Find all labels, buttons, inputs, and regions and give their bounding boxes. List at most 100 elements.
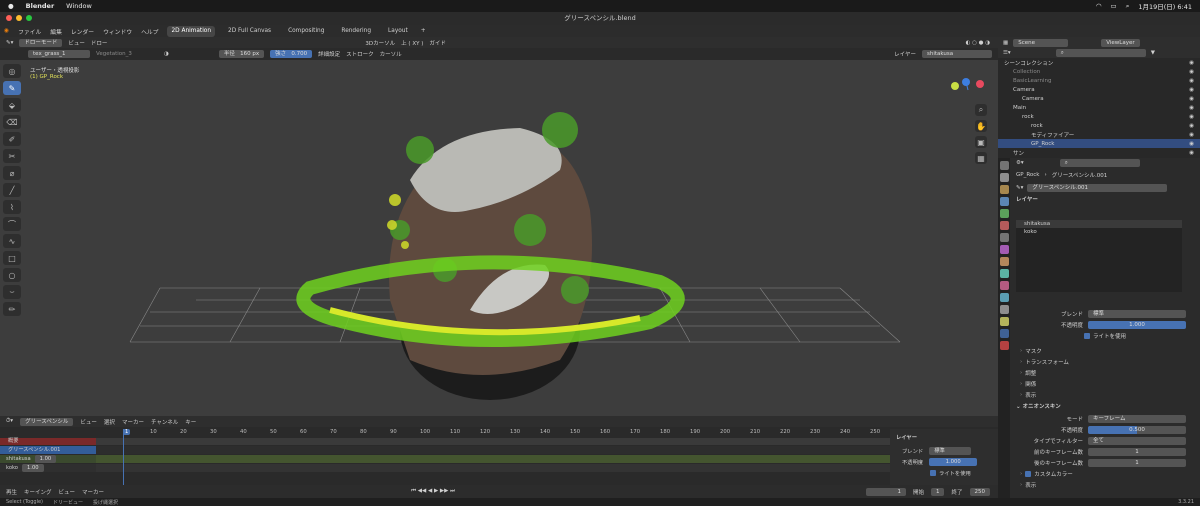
draw-brush-icon[interactable]: ✎ [3, 81, 21, 95]
color-mode-icon[interactable]: ◑ [164, 51, 169, 57]
curve-icon[interactable]: ∿ [3, 234, 21, 248]
outliner-row[interactable]: サン ◉ [998, 148, 1200, 157]
keying-menu[interactable]: キーイング [24, 488, 52, 496]
properties-tab-icon[interactable] [999, 161, 1009, 170]
radius-field[interactable]: 半径 160 px [218, 50, 265, 58]
battery-icon[interactable]: ▭ [1111, 2, 1117, 10]
cursor-dropdown[interactable]: カーソル [380, 50, 402, 58]
onion-before-field[interactable]: 1 [1088, 447, 1186, 456]
current-frame-field[interactable]: 1 [865, 487, 906, 496]
visibility-eye-icon[interactable]: ◉ [1189, 114, 1194, 120]
tl-select-menu[interactable]: 選択 [104, 418, 115, 426]
visibility-eye-icon[interactable]: ◉ [1189, 105, 1194, 111]
frame-ruler[interactable]: 1 10 20 30 40 50 60 70 80 90 100 110 120 130 140 150 160… [96, 429, 886, 437]
filter-icon[interactable]: ▼ [1151, 50, 1155, 56]
arc-icon[interactable]: ⌒ [3, 217, 21, 231]
outliner-row[interactable]: rock ◉ [998, 112, 1200, 121]
outliner-row[interactable]: Main ◉ [998, 103, 1200, 112]
camera-view-icon[interactable]: ▣ [975, 136, 987, 148]
visibility-eye-icon[interactable]: ◉ [1189, 96, 1194, 102]
end-frame-field[interactable]: 250 [969, 487, 990, 496]
properties-tab-icon[interactable] [999, 305, 1009, 314]
onion-opacity-field[interactable]: 0.500 [1088, 425, 1186, 434]
tint-icon[interactable]: ✐ [3, 132, 21, 146]
gp-channel[interactable]: グリースペンシル.001 [0, 446, 96, 454]
collapsed-panel[interactable]: › 調整 [1010, 367, 1200, 378]
add-workspace-button[interactable]: + [421, 28, 426, 34]
props-search-input[interactable]: ⌕ [1059, 159, 1140, 167]
menu-render[interactable]: レンダー [71, 27, 94, 36]
properties-tab-icon[interactable] [999, 293, 1009, 302]
annotate-icon[interactable]: ✏ [3, 302, 21, 316]
close-window-button[interactable] [6, 15, 12, 21]
window-menu[interactable]: Window [66, 2, 92, 10]
properties-tab-icon[interactable] [999, 197, 1009, 206]
clock[interactable]: 1月19日(日) 6:41 [1138, 1, 1192, 11]
properties-tab-icon[interactable] [999, 173, 1009, 182]
advanced-dropdown[interactable]: 詳細設定 [318, 50, 340, 58]
visibility-eye-icon[interactable]: ◉ [1189, 132, 1194, 138]
polyline-icon[interactable]: ⌇ [3, 200, 21, 214]
playhead[interactable] [123, 429, 124, 489]
layer-item-koko[interactable]: koko [1016, 228, 1182, 236]
draw-menu[interactable]: ドロー [91, 39, 108, 47]
wifi-icon[interactable]: ◠ [1096, 2, 1102, 10]
custom-colors-checkbox[interactable] [1025, 470, 1032, 477]
blend-select[interactable]: 標準 [1088, 309, 1186, 318]
playback-menu[interactable]: 再生 [6, 488, 17, 496]
outliner-search-input[interactable]: ⌕ [1055, 49, 1146, 57]
circle-icon[interactable]: ○ [3, 268, 21, 282]
properties-tab-icon[interactable] [999, 233, 1009, 242]
onion-filter-select[interactable]: 全て [1088, 436, 1186, 445]
scene-select[interactable]: Scene [1013, 38, 1069, 47]
menu-file[interactable]: ファイル [18, 27, 41, 36]
editor-type-icon[interactable]: ⏱▾ [6, 418, 13, 425]
outliner-row[interactable]: モディファイアー ◉ [998, 130, 1200, 139]
onion-display-label[interactable]: 表示 [1025, 481, 1036, 489]
pb-marker-menu[interactable]: マーカー [82, 488, 104, 496]
pb-view-menu[interactable]: ビュー [59, 488, 76, 496]
layer-opacity[interactable]: 1.00 [22, 464, 44, 472]
collapsed-panel[interactable]: › マスク [1010, 345, 1200, 356]
guide-toggle[interactable]: ガイド [429, 39, 446, 47]
lights-checkbox[interactable] [1084, 332, 1090, 339]
interpolate-icon[interactable]: ⌣ [3, 285, 21, 299]
visibility-eye-icon[interactable]: ◉ [1189, 78, 1194, 84]
layer-item-shitakusa[interactable]: shitakusa [1016, 220, 1182, 228]
visibility-eye-icon[interactable]: ◉ [1189, 141, 1194, 147]
collapsed-panel[interactable]: › トランスフォーム [1010, 356, 1200, 367]
outliner-row[interactable]: GP_Rock ◉ [998, 139, 1200, 148]
minimize-window-button[interactable] [16, 15, 22, 21]
visibility-eye-icon[interactable]: ◉ [1189, 87, 1194, 93]
viewlayer-select[interactable]: ViewLayer [1101, 38, 1140, 47]
layer-select[interactable]: shitakusa [922, 50, 992, 58]
visibility-eye-icon[interactable]: ◉ [1189, 123, 1194, 129]
properties-tab-icon[interactable] [999, 329, 1009, 338]
menu-window[interactable]: ウィンドウ [103, 27, 132, 36]
collapsed-panel[interactable]: › 関係 [1010, 378, 1200, 389]
tl-blend-select[interactable]: 標準 [929, 446, 972, 455]
search-icon[interactable]: ⌕ [1126, 2, 1130, 11]
outliner-row[interactable]: Collection ◉ [998, 67, 1200, 76]
perspective-toggle-icon[interactable]: ▦ [975, 152, 987, 164]
app-menu[interactable]: Blender [26, 2, 55, 10]
dopesheet-mode-select[interactable]: グリースペンシル [20, 417, 74, 426]
outliner-row[interactable]: Camera ◉ [998, 85, 1200, 94]
cutter-icon[interactable]: ✂ [3, 149, 21, 163]
3d-viewport[interactable]: ユーザー・透視投影 (1) GP_Rock ⌕ ✋ ▣ ▦ [0, 60, 998, 416]
gp-data-icon[interactable]: ✎▾ [1016, 185, 1023, 191]
tl-lights-checkbox[interactable] [930, 469, 936, 476]
visibility-eye-icon[interactable]: ◉ [1189, 150, 1194, 156]
properties-tab-icon[interactable] [999, 257, 1009, 266]
tl-channel-menu[interactable]: チャンネル [151, 418, 178, 426]
opacity-field[interactable]: 1.000 [1088, 320, 1186, 329]
properties-tab-icon[interactable] [999, 245, 1009, 254]
scene-icon[interactable]: ▦ [1003, 40, 1008, 46]
eyedropper-icon[interactable]: ⌀ [3, 166, 21, 180]
stroke-dropdown[interactable]: ストローク [346, 50, 374, 58]
pan-hand-icon[interactable]: ✋ [975, 120, 987, 132]
outliner-row[interactable]: Camera ◉ [998, 94, 1200, 103]
onion-panel-title[interactable]: ⌄ オニオンスキン [1010, 402, 1200, 413]
axis-select[interactable]: 上 ( XY ) [401, 39, 423, 47]
properties-tab-icon[interactable] [999, 221, 1009, 230]
